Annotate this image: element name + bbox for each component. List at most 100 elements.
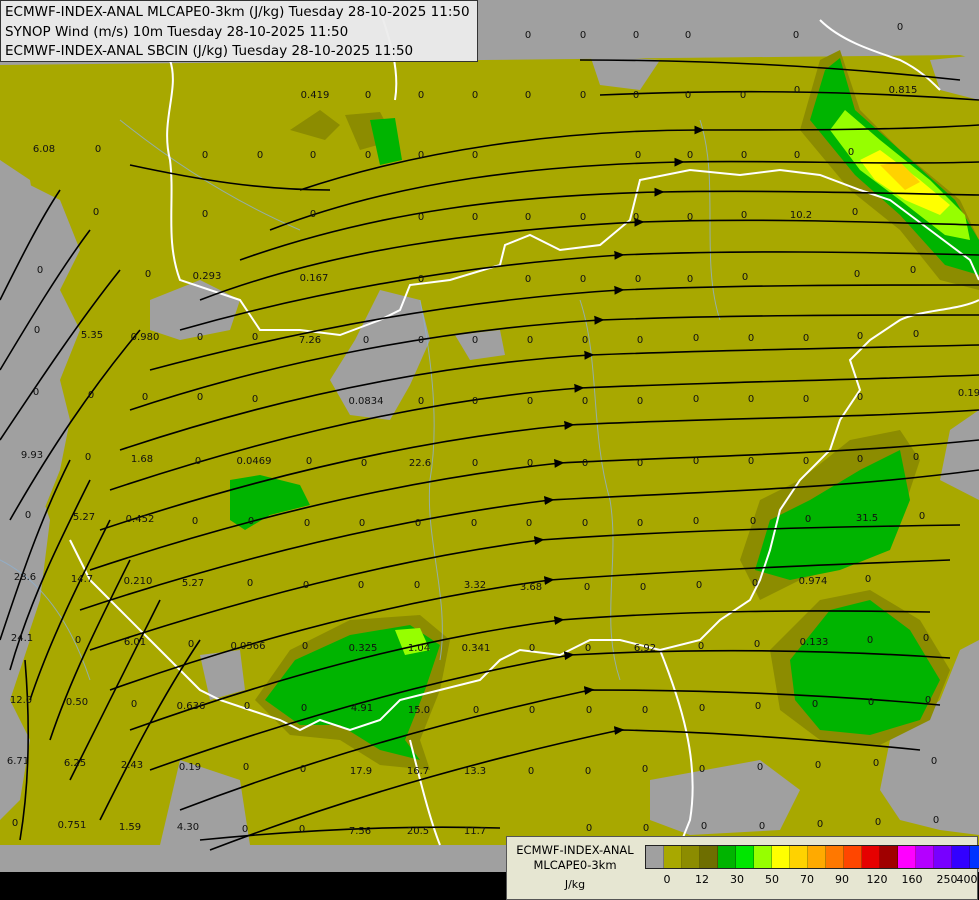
- station-value-label: 0: [472, 335, 478, 346]
- station-value-label: 0: [302, 641, 308, 652]
- map-title-box: ECMWF-INDEX-ANAL MLCAPE0-3km (J/kg) Tues…: [0, 0, 478, 62]
- station-value-label: 0.974: [799, 576, 828, 587]
- legend-swatch: [826, 846, 844, 868]
- legend-swatch: [664, 846, 682, 868]
- station-value-label: 0: [637, 458, 643, 469]
- legend-swatch: [916, 846, 934, 868]
- station-value-label: 0: [527, 458, 533, 469]
- station-value-label: 0.815: [889, 85, 918, 96]
- legend-tick-label: 50: [765, 873, 779, 886]
- station-value-label: 0: [633, 212, 639, 223]
- station-value-label: 0: [248, 516, 254, 527]
- station-value-label: 0: [37, 265, 43, 276]
- station-value-label: 1.04: [408, 643, 430, 654]
- station-value-label: 0: [873, 758, 879, 769]
- legend-swatch: [718, 846, 736, 868]
- station-value-label: 0: [582, 458, 588, 469]
- station-value-label: 6.08: [33, 144, 55, 155]
- station-value-label: 0: [244, 701, 250, 712]
- legend-swatch: [808, 846, 826, 868]
- legend-swatch: [736, 846, 754, 868]
- station-value-label: 0: [748, 456, 754, 467]
- station-value-label: 6.71: [7, 756, 29, 767]
- legend-tick-label: 250: [936, 873, 958, 886]
- station-value-label: 0: [582, 396, 588, 407]
- station-value-label: 0: [759, 821, 765, 832]
- station-value-label: 0: [527, 335, 533, 346]
- station-value-label: 0.50: [66, 697, 88, 708]
- station-value-label: 6.01: [124, 637, 146, 648]
- station-value-label: 0: [742, 272, 748, 283]
- station-value-label: 0: [803, 333, 809, 344]
- station-value-label: 0: [699, 703, 705, 714]
- station-value-label: 0: [748, 333, 754, 344]
- station-value-label: 0: [418, 150, 424, 161]
- station-value-label: 0: [202, 209, 208, 220]
- station-value-label: 0: [643, 823, 649, 834]
- station-value-label: 0: [197, 392, 203, 403]
- legend-tick-label: 70: [800, 873, 814, 886]
- station-value-label: 0: [633, 30, 639, 41]
- legend-swatch: [952, 846, 970, 868]
- station-value-label: 0: [803, 394, 809, 405]
- station-value-label: 0: [300, 764, 306, 775]
- station-value-label: 0: [580, 90, 586, 101]
- legend-swatch: [880, 846, 898, 868]
- title-line-cape: ECMWF-INDEX-ANAL MLCAPE0-3km (J/kg) Tues…: [5, 4, 470, 20]
- station-value-label: 0: [472, 396, 478, 407]
- station-value-label: 0: [25, 510, 31, 521]
- station-value-label: 0: [812, 699, 818, 710]
- station-value-label: 0: [525, 90, 531, 101]
- legend-ticks: 0 12 30 50 70 90 120 160 250 400: [645, 873, 978, 889]
- station-value-label: 0: [755, 701, 761, 712]
- station-value-label: 0: [637, 518, 643, 529]
- station-value-label: 0: [303, 580, 309, 591]
- station-value-label: 0: [585, 643, 591, 654]
- station-value-label: 0: [693, 394, 699, 405]
- station-value-label: 14.7: [71, 574, 93, 585]
- station-value-label: 0: [848, 147, 854, 158]
- station-value-label: 0: [794, 85, 800, 96]
- station-value-label: 0: [363, 335, 369, 346]
- station-value-label: 0: [815, 760, 821, 771]
- station-value-label: 16.7: [407, 766, 429, 777]
- station-value-label: 0: [794, 150, 800, 161]
- station-value-label: 0: [527, 396, 533, 407]
- legend-colorbar: [645, 845, 979, 869]
- station-value-label: 0: [242, 824, 248, 835]
- station-value-label: 0: [805, 514, 811, 525]
- station-value-label: 0: [693, 456, 699, 467]
- station-value-label: 0: [257, 150, 263, 161]
- station-value-label: 0: [304, 518, 310, 529]
- station-value-label: 0: [741, 150, 747, 161]
- station-value-label: 1.68: [131, 454, 153, 465]
- station-value-label: 0: [913, 452, 919, 463]
- station-value-label: 0: [359, 518, 365, 529]
- station-value-label: 0.0469: [237, 456, 272, 467]
- legend-swatch: [934, 846, 952, 868]
- station-value-label: 0: [696, 580, 702, 591]
- station-value-label: 0: [310, 209, 316, 220]
- station-value-label: 0: [865, 574, 871, 585]
- station-value-label: 0.210: [124, 576, 153, 587]
- station-value-label: 0: [741, 210, 747, 221]
- legend-swatch: [898, 846, 916, 868]
- legend-tick-label: 0: [663, 873, 671, 886]
- station-value-label: 0: [418, 335, 424, 346]
- station-value-label: 0: [472, 150, 478, 161]
- station-value-label: 0: [857, 392, 863, 403]
- station-value-label: 0.325: [349, 643, 378, 654]
- station-value-label: 0: [868, 697, 874, 708]
- legend-title-line1: ECMWF-INDEX-ANAL: [516, 843, 634, 857]
- station-value-label: 0: [525, 274, 531, 285]
- legend-swatch: [682, 846, 700, 868]
- station-value-label: 0: [693, 333, 699, 344]
- station-value-label: 0: [750, 516, 756, 527]
- station-value-label: 0.0566: [231, 641, 266, 652]
- station-value-label: 0: [933, 815, 939, 826]
- station-value-label: 0.751: [58, 820, 87, 831]
- station-value-label: 0: [525, 30, 531, 41]
- legend-tick-label: 400: [956, 873, 978, 886]
- station-value-label: 0: [687, 150, 693, 161]
- station-value-label: 0: [582, 518, 588, 529]
